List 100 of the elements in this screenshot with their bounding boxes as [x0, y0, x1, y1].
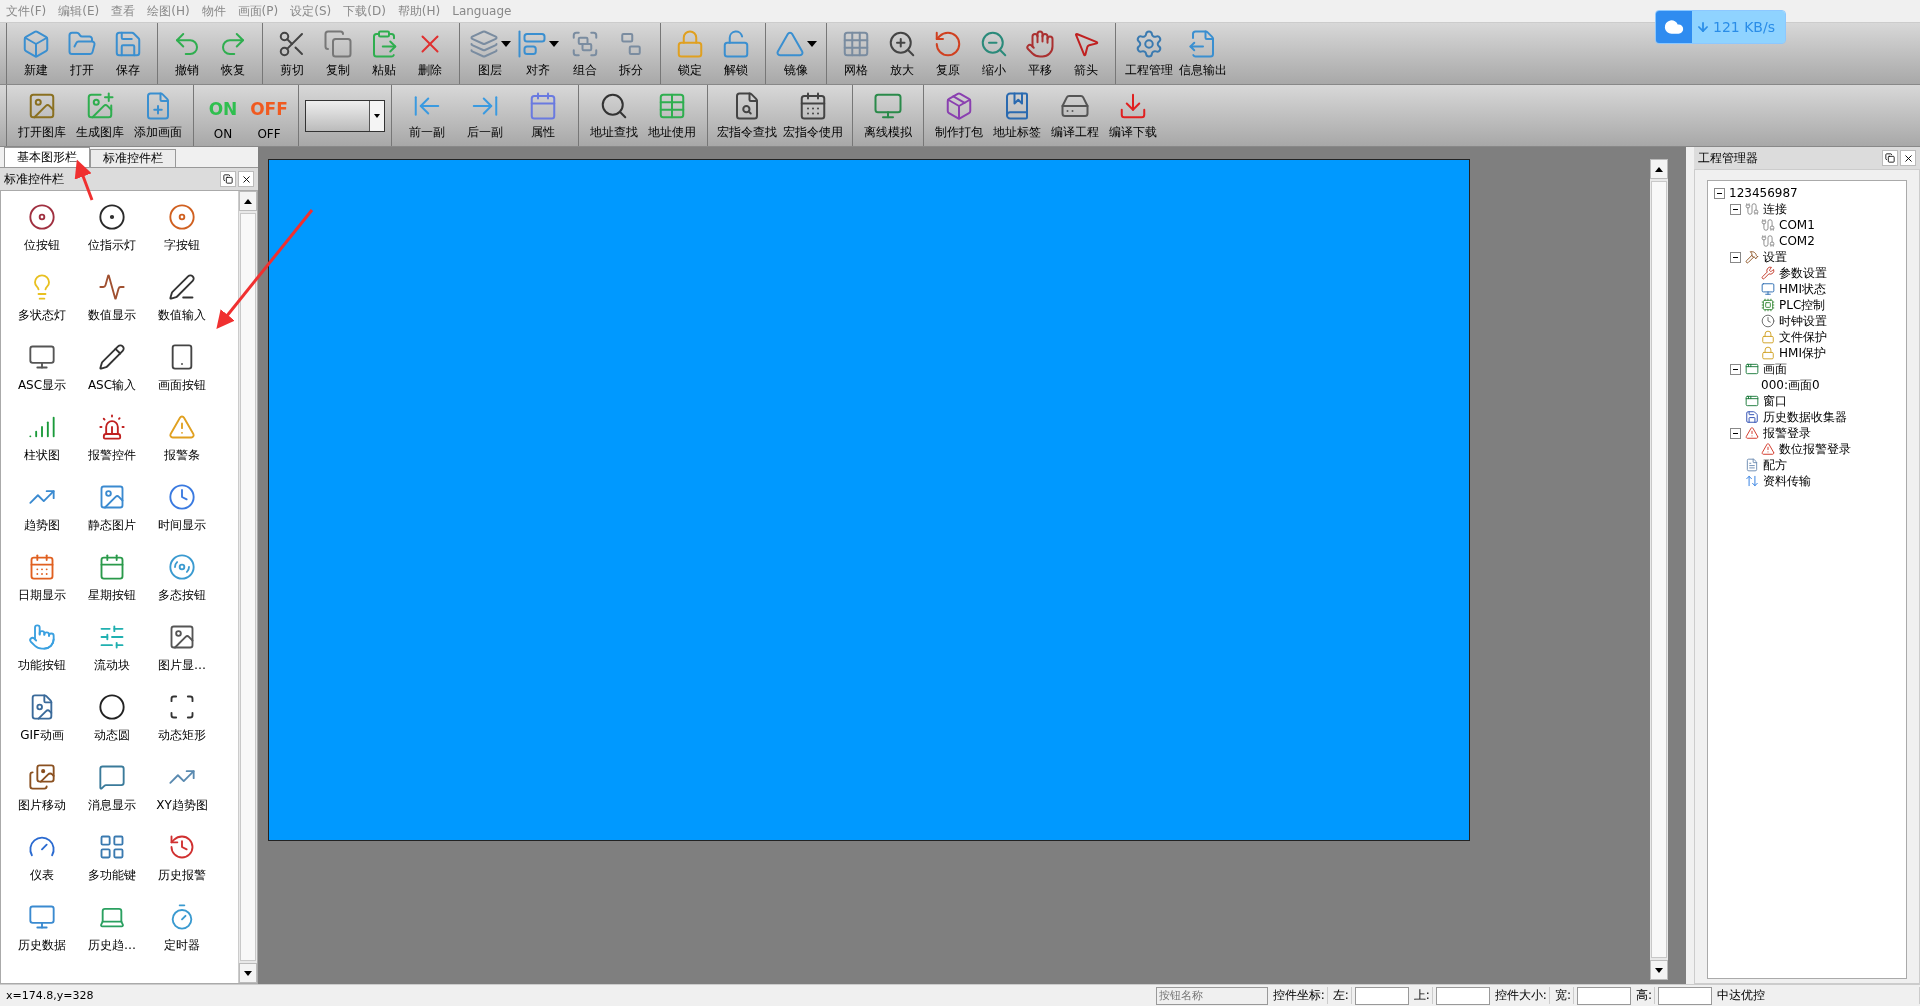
- tree-item[interactable]: COM2: [1779, 234, 1815, 248]
- tree-item[interactable]: PLC控制: [1779, 296, 1826, 314]
- control-palette-item[interactable]: 趋势图: [7, 479, 77, 549]
- control-palette-item[interactable]: 图片移动: [7, 759, 77, 829]
- toolbar-button[interactable]: 网格: [833, 23, 879, 84]
- tree-item[interactable]: 资料传输: [1763, 472, 1811, 490]
- control-palette-item[interactable]: 历史数据: [7, 899, 77, 969]
- control-palette-item[interactable]: 流动块: [77, 619, 147, 689]
- tree-item[interactable]: 数位报警登录: [1779, 440, 1851, 458]
- toolbar-button[interactable]: 新建: [13, 23, 59, 84]
- control-palette-item[interactable]: 历史报警: [147, 829, 217, 899]
- toolbar-button[interactable]: 打开图库: [13, 85, 71, 146]
- collapse-icon[interactable]: [1714, 187, 1725, 199]
- tree-item[interactable]: 000:画面0: [1761, 376, 1820, 394]
- toolbar-button[interactable]: OFF OFF: [246, 85, 292, 146]
- toolbar-button[interactable]: 后一副: [456, 85, 514, 146]
- tree-item[interactable]: 123456987: [1729, 186, 1798, 200]
- toolbar-button[interactable]: 制作打包: [930, 85, 988, 146]
- tree-item[interactable]: COM1: [1779, 218, 1815, 232]
- control-palette-item[interactable]: 位指示灯: [77, 199, 147, 269]
- toolbar-button[interactable]: 剪切: [269, 23, 315, 84]
- panel-tab[interactable]: 标准控件栏: [90, 149, 176, 167]
- tree-item[interactable]: 历史数据收集器: [1763, 408, 1847, 426]
- tree-item[interactable]: 设置: [1763, 248, 1787, 266]
- toolbar-button[interactable]: 撤销: [164, 23, 210, 84]
- control-palette-item[interactable]: ASC显示: [7, 339, 77, 409]
- toolbar-button[interactable]: 属性: [514, 85, 572, 146]
- control-palette-item[interactable]: ASC输入: [77, 339, 147, 409]
- control-palette-item[interactable]: 位按钮: [7, 199, 77, 269]
- tree-item[interactable]: 窗口: [1763, 392, 1787, 410]
- toolbar-button[interactable]: 添加画面: [129, 85, 187, 146]
- control-palette-item[interactable]: 数值显示: [77, 269, 147, 339]
- panel-tab[interactable]: 基本图形栏: [4, 147, 90, 167]
- control-palette-item[interactable]: 画面按钮: [147, 339, 217, 409]
- toolbar-button[interactable]: 地址使用: [643, 85, 701, 146]
- toolbar-button[interactable]: 锁定: [667, 23, 713, 84]
- scrollbar[interactable]: [238, 191, 257, 983]
- toolbar-button[interactable]: 图层: [466, 23, 514, 84]
- toolbar-button[interactable]: ON ON: [200, 85, 246, 146]
- control-palette-item[interactable]: 字按钮: [147, 199, 217, 269]
- toolbar-button[interactable]: 保存: [105, 23, 151, 84]
- control-palette-item[interactable]: 数值输入: [147, 269, 217, 339]
- toolbar-button[interactable]: 对齐: [514, 23, 562, 84]
- toolbar-button[interactable]: 解锁: [713, 23, 759, 84]
- control-palette-item[interactable]: 功能按钮: [7, 619, 77, 689]
- toolbar-button[interactable]: 放大: [879, 23, 925, 84]
- caret-icon[interactable]: [807, 41, 817, 47]
- control-palette-item[interactable]: 报警条: [147, 409, 217, 479]
- control-palette-item[interactable]: 多态按钮: [147, 549, 217, 619]
- toolbar-button[interactable]: 宏指令查找: [714, 85, 780, 146]
- collapse-icon[interactable]: [1730, 427, 1741, 439]
- control-palette-item[interactable]: 多功能键: [77, 829, 147, 899]
- control-palette-item[interactable]: 动态矩形: [147, 689, 217, 759]
- height-field[interactable]: [1658, 986, 1712, 1005]
- control-palette-item[interactable]: 静态图片: [77, 479, 147, 549]
- toolbar-button[interactable]: 恢复: [210, 23, 256, 84]
- control-palette-item[interactable]: 柱状图: [7, 409, 77, 479]
- collapse-icon[interactable]: [1730, 363, 1741, 375]
- toolbar-button[interactable]: 生成图库: [71, 85, 129, 146]
- toolbar-button[interactable]: 编译下载: [1104, 85, 1162, 146]
- close-button[interactable]: [238, 171, 254, 187]
- toolbar-button[interactable]: 工程管理: [1122, 23, 1176, 84]
- control-palette-item[interactable]: 报警控件: [77, 409, 147, 479]
- control-palette-item[interactable]: GIF动画: [7, 689, 77, 759]
- control-palette-item[interactable]: 动态圆: [77, 689, 147, 759]
- toolbar-button[interactable]: 组合: [562, 23, 608, 84]
- control-palette-item[interactable]: 星期按钮: [77, 549, 147, 619]
- control-palette-item[interactable]: 历史趋…: [77, 899, 147, 969]
- toolbar-button[interactable]: 缩小: [971, 23, 1017, 84]
- dropdown-field[interactable]: [305, 99, 385, 132]
- tree-item[interactable]: HMI状态: [1779, 280, 1826, 298]
- toolbar-button[interactable]: 删除: [407, 23, 453, 84]
- tree-item[interactable]: 文件保护: [1779, 328, 1827, 346]
- toolbar-button[interactable]: 地址标签: [988, 85, 1046, 146]
- control-palette-item[interactable]: 图片显…: [147, 619, 217, 689]
- toolbar-button[interactable]: 拆分: [608, 23, 654, 84]
- toolbar-button[interactable]: 平移: [1017, 23, 1063, 84]
- close-button[interactable]: [1900, 150, 1916, 166]
- toolbar-button[interactable]: 复原: [925, 23, 971, 84]
- collapse-icon[interactable]: [1730, 203, 1741, 215]
- toolbar-button[interactable]: 打开: [59, 23, 105, 84]
- toolbar-button[interactable]: 信息输出: [1176, 23, 1230, 84]
- restore-button[interactable]: [220, 171, 236, 187]
- toolbar-button[interactable]: 编译工程: [1046, 85, 1104, 146]
- tree-item[interactable]: 时钟设置: [1779, 312, 1827, 330]
- left-field[interactable]: [1354, 986, 1409, 1005]
- top-field[interactable]: [1435, 986, 1490, 1005]
- tree-item[interactable]: 画面: [1763, 360, 1787, 378]
- toolbar-button[interactable]: 前一副: [398, 85, 456, 146]
- tree-item[interactable]: HMI保护: [1779, 344, 1826, 362]
- control-palette-item[interactable]: 消息显示: [77, 759, 147, 829]
- toolbar-button[interactable]: 地址查找: [585, 85, 643, 146]
- width-field[interactable]: [1576, 986, 1631, 1005]
- toolbar-button[interactable]: 箭头: [1063, 23, 1109, 84]
- tree-item[interactable]: 参数设置: [1779, 264, 1827, 282]
- toolbar-button[interactable]: 粘贴: [361, 23, 407, 84]
- name-field[interactable]: 按钮名称: [1155, 986, 1268, 1005]
- control-palette-item[interactable]: 多状态灯: [7, 269, 77, 339]
- restore-button[interactable]: [1882, 150, 1898, 166]
- scrollbar[interactable]: [1650, 159, 1668, 980]
